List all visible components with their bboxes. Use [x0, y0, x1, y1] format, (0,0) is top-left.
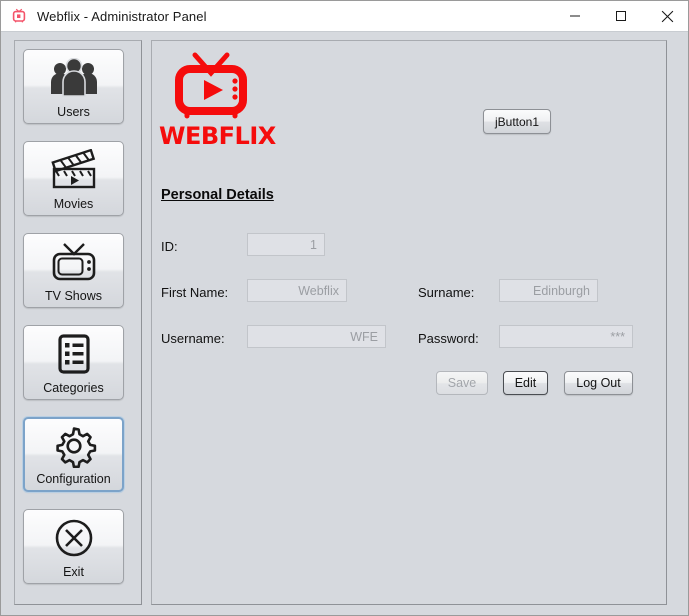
webflix-tv-icon — [12, 8, 26, 23]
users-group-icon — [24, 50, 123, 105]
sidebar-item-label: TV Shows — [45, 289, 102, 303]
surname-label: Surname: — [418, 285, 475, 300]
sidebar-item-movies[interactable]: Movies — [23, 141, 124, 216]
sidebar-item-users[interactable]: Users — [23, 49, 124, 124]
list-clipboard-icon — [24, 326, 123, 381]
sidebar-item-label: Movies — [53, 197, 94, 211]
first-name-field[interactable]: Webflix — [247, 279, 347, 302]
window-controls — [552, 1, 688, 31]
close-button[interactable] — [644, 1, 688, 31]
content-panel: WEBFLIX jButton1 Personal Details ID: 1 … — [151, 40, 667, 605]
password-label: Password: — [418, 331, 479, 346]
circle-x-icon — [24, 510, 123, 565]
sidebar-item-tv-shows[interactable]: TV Shows — [23, 233, 124, 308]
jbutton1-button[interactable]: jButton1 — [483, 109, 551, 134]
id-label: ID: — [161, 239, 178, 254]
sidebar-panel: Users Movies TV Shows Categories Configu… — [14, 40, 142, 605]
sidebar-item-configuration[interactable]: Configuration — [23, 417, 124, 492]
username-label: Username: — [161, 331, 225, 346]
edit-button[interactable]: Edit — [503, 371, 548, 395]
username-field[interactable]: WFE — [247, 325, 386, 348]
application-window: Webflix - Administrator Panel Users Movi… — [0, 0, 689, 616]
log-out-button[interactable]: Log Out — [564, 371, 633, 395]
title-bar: Webflix - Administrator Panel — [1, 1, 688, 31]
sidebar-item-label: Users — [57, 105, 90, 119]
minimize-button[interactable] — [552, 1, 598, 31]
surname-field[interactable]: Edinburgh — [499, 279, 598, 302]
sidebar-item-exit[interactable]: Exit — [23, 509, 124, 584]
page-title: Personal Details — [161, 187, 274, 203]
webflix-tv-play-icon — [175, 52, 247, 119]
maximize-button[interactable] — [598, 1, 644, 31]
sidebar-item-categories[interactable]: Categories — [23, 325, 124, 400]
gear-icon — [25, 419, 122, 472]
sidebar-item-label: Exit — [63, 565, 84, 579]
password-field[interactable]: *** — [499, 325, 633, 348]
sidebar-item-label: Categories — [43, 381, 104, 395]
sidebar-item-label: Configuration — [36, 472, 111, 486]
id-field[interactable]: 1 — [247, 233, 325, 256]
logo-wordmark: WEBFLIX — [159, 122, 276, 150]
retro-tv-icon — [24, 234, 123, 289]
save-button[interactable]: Save — [436, 371, 488, 395]
window-title: Webflix - Administrator Panel — [37, 8, 207, 24]
clapperboard-icon — [24, 142, 123, 197]
frame-body: Users Movies TV Shows Categories Configu… — [1, 31, 688, 615]
webflix-logo: WEBFLIX — [159, 49, 276, 150]
first-name-label: First Name: — [161, 285, 229, 300]
